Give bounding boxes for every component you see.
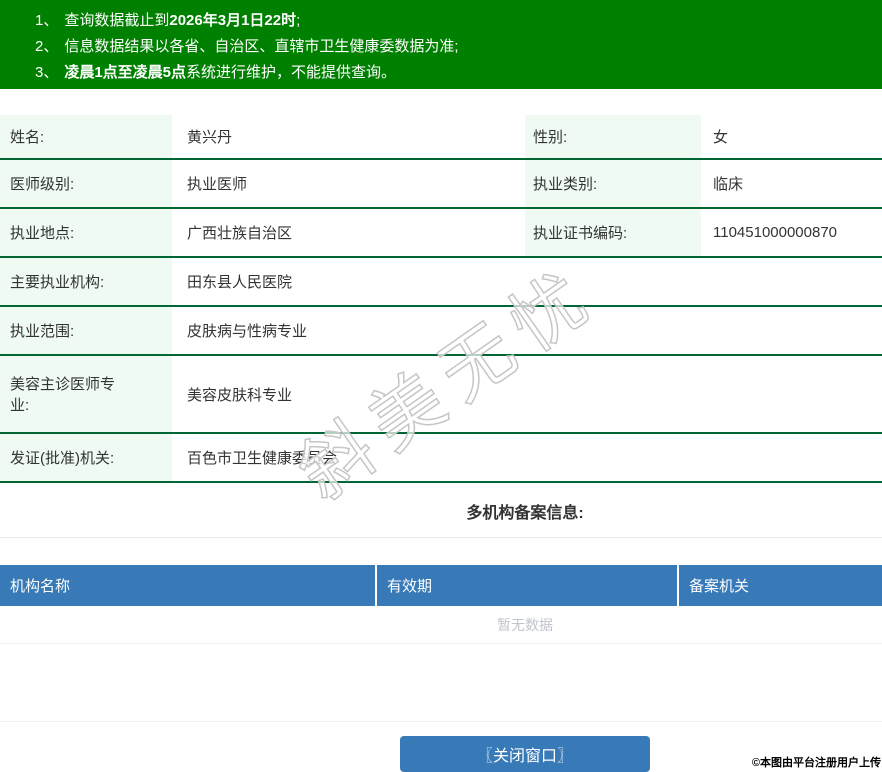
field-value-doctor-level: 执业医师 xyxy=(187,176,248,193)
field-label-issuing-authority: 发证(批准)机关: xyxy=(0,434,172,481)
field-value-main-institution: 田东县人民医院 xyxy=(187,274,293,291)
field-label-practice-category: 执业类别: xyxy=(525,160,701,207)
field-label-main-institution: 主要执业机构: xyxy=(0,258,172,305)
notice-text: 信息数据结果以各省、自治区、直辖市卫生健康委数据为准; xyxy=(64,38,459,55)
field-value-practice-location: 广西壮族自治区 xyxy=(187,225,293,242)
notice-line-number: 3、 xyxy=(35,64,59,81)
info-row-name-gender: 姓名: 黄兴丹 性别: 女 xyxy=(0,115,882,160)
field-value-license-number: 110451000000870 xyxy=(713,224,838,241)
notice-line-number: 1、 xyxy=(35,12,59,29)
notice-text: ; xyxy=(296,12,301,29)
info-row-main-institution: 主要执业机构: 田东县人民医院 xyxy=(0,258,882,307)
copyright-stamp: ©本图由平台注册用户上传 xyxy=(751,757,881,769)
info-row-level-category: 医师级别: 执业医师 执业类别: 临床 xyxy=(0,160,882,209)
notice-text: 系统进行维护，不能提供查询。 xyxy=(186,64,397,81)
practitioner-info-table: 姓名: 黄兴丹 性别: 女 医师级别: 执业医师 执业类别: 临床 执业地点: … xyxy=(0,115,882,483)
field-label-gender: 性别: xyxy=(525,115,701,158)
records-section-title: 多机构备案信息: xyxy=(0,483,882,538)
field-label-name: 姓名: xyxy=(0,115,172,158)
notice-line-1: 1、 查询数据截止到2026年3月1日22时; xyxy=(35,8,882,34)
notice-text: 查询数据截止到 xyxy=(64,12,170,29)
field-value-practice-category: 临床 xyxy=(713,176,744,193)
field-value-practice-scope: 皮肤病与性病专业 xyxy=(187,323,308,340)
field-label-cosmetic-specialty: 美容主诊医师专业: xyxy=(0,356,172,432)
field-label-doctor-level: 医师级别: xyxy=(0,160,172,207)
empty-data-text: 暂无数据 xyxy=(0,606,882,644)
records-table-header: 机构名称 有效期 备案机关 xyxy=(0,565,882,606)
section-divider xyxy=(0,644,882,722)
field-value-name: 黄兴丹 xyxy=(187,129,233,146)
field-value-cosmetic-specialty: 美容皮肤科专业 xyxy=(187,386,293,404)
license-query-result-page: { "notice": { "lines": [ {"num": "1、", "… xyxy=(0,0,882,772)
notice-line-3: 3、 凌晨1点至凌晨5点系统进行维护，不能提供查询。 xyxy=(35,60,882,86)
field-label-license-number: 执业证书编码: xyxy=(525,209,701,256)
notice-line-2: 2、 信息数据结果以各省、自治区、直辖市卫生健康委数据为准; xyxy=(35,34,882,60)
notice-text-bold: 2026年3月1日22时 xyxy=(169,12,297,29)
records-table: 机构名称 有效期 备案机关 暂无数据 xyxy=(0,565,882,644)
notice-banner: 1、 查询数据截止到2026年3月1日22时; 2、 信息数据结果以各省、自治区、直… xyxy=(0,0,882,89)
field-value-gender: 女 xyxy=(713,129,729,146)
notice-text-bold: 凌晨1点至凌晨5点 xyxy=(64,64,187,81)
header-cell-validity-period: 有效期 xyxy=(375,565,677,606)
header-cell-filing-authority: 备案机关 xyxy=(677,565,882,606)
notice-line-number: 2、 xyxy=(35,38,59,55)
field-label-practice-location: 执业地点: xyxy=(0,209,172,256)
header-cell-institution-name: 机构名称 xyxy=(10,578,71,595)
close-window-button[interactable]: 〖关闭窗口〗 xyxy=(400,736,650,772)
field-label-practice-scope: 执业范围: xyxy=(0,307,172,354)
info-row-practice-scope: 执业范围: 皮肤病与性病专业 xyxy=(0,307,882,356)
info-row-cosmetic-specialty: 美容主诊医师专业: 美容皮肤科专业 xyxy=(0,356,882,434)
info-row-issuing-authority: 发证(批准)机关: 百色市卫生健康委员会 xyxy=(0,434,882,483)
content-container: 1、 查询数据截止到2026年3月1日22时; 2、 信息数据结果以各省、自治区、直… xyxy=(0,0,882,772)
info-row-location-license: 执业地点: 广西壮族自治区 执业证书编码: 110451000000870 xyxy=(0,209,882,258)
field-value-issuing-authority: 百色市卫生健康委员会 xyxy=(187,450,338,467)
